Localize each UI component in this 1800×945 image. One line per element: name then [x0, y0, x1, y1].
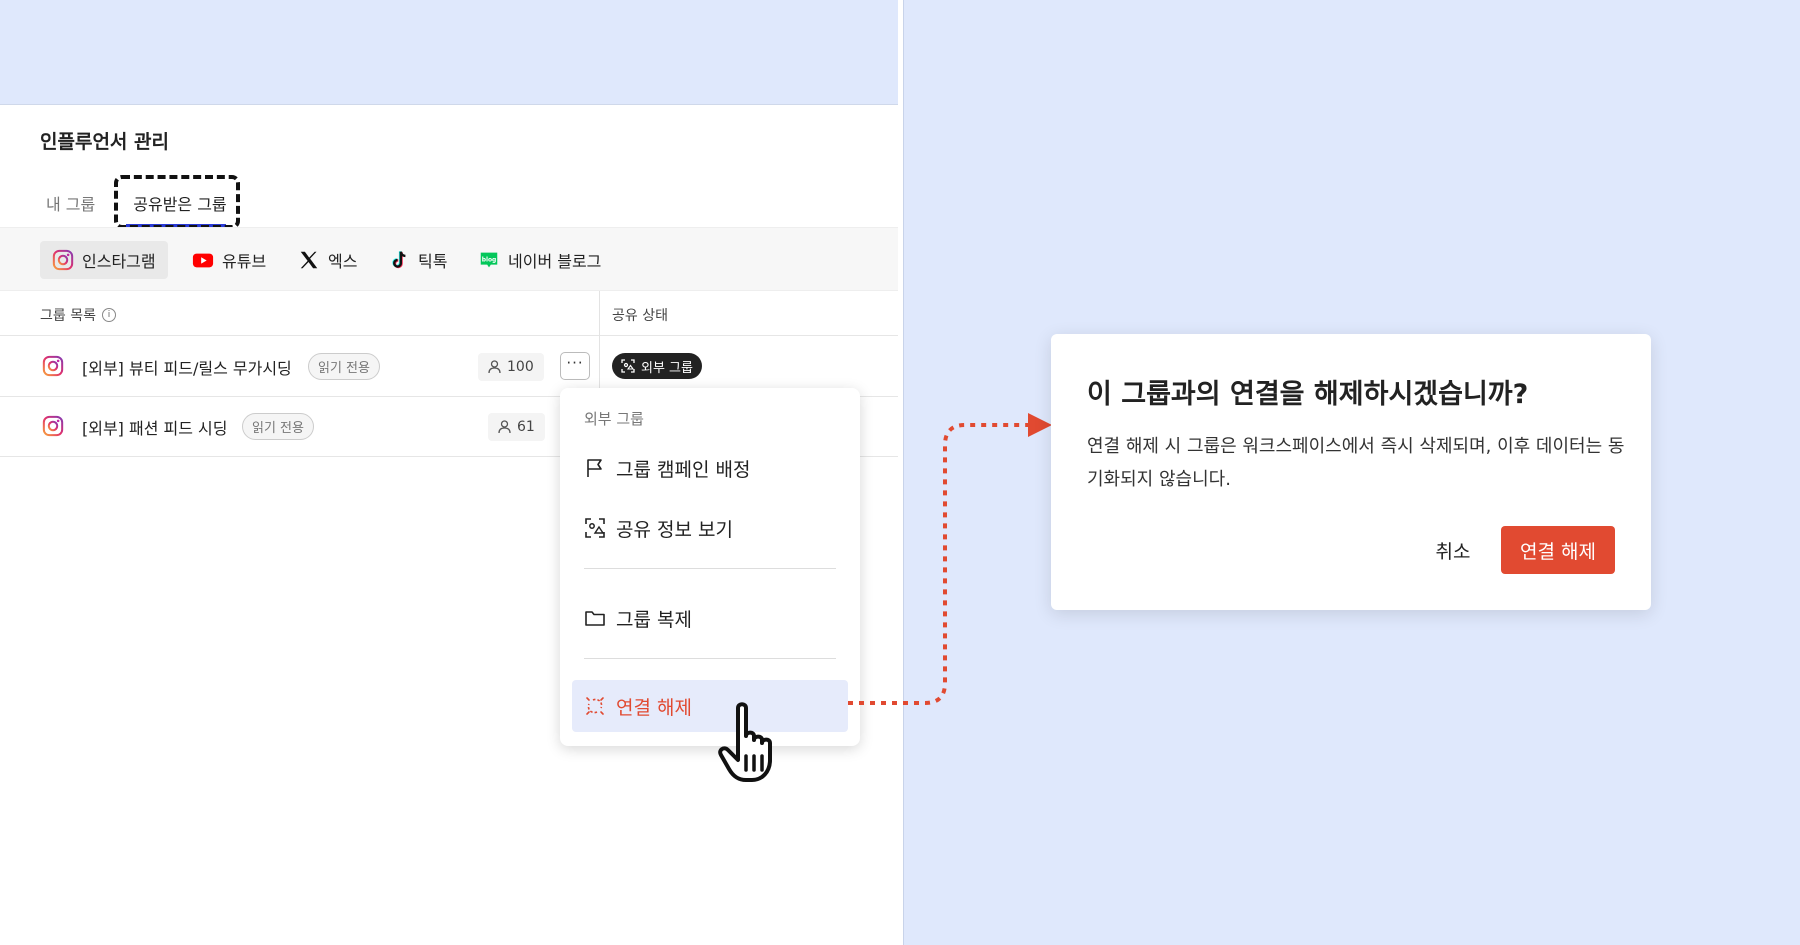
person-icon: [488, 360, 501, 374]
column-header-share-status: 공유 상태: [612, 308, 668, 324]
instagram-icon: [42, 355, 64, 377]
group-context-menu: 외부 그룹 그룹 캠페인 배정 공유 정보 보기 그룹 복제 연결 해제: [560, 388, 860, 746]
tab-my-groups[interactable]: 내 그룹: [40, 193, 101, 217]
group-name[interactable]: [외부] 뷰티 피드/릴스 무가시딩: [82, 355, 292, 379]
instagram-icon: [42, 415, 64, 437]
dialog-message: 연결 해제 시 그룹은 워크스페이스에서 즉시 삭제되며, 이후 데이터는 동기…: [1087, 436, 1625, 490]
member-count: 61: [488, 413, 545, 441]
menu-divider: [584, 658, 836, 659]
status-badge: 외부 그룹: [612, 353, 702, 379]
platform-label: 유튜브: [222, 252, 267, 271]
disconnect-confirm-dialog: 이 그룹과의 연결을 해제하시겠습니까? 연결 해제 시 그룹은 워크스페이스에…: [1051, 334, 1651, 610]
read-only-badge: 읽기 전용: [308, 353, 380, 380]
menu-header: 외부 그룹: [584, 410, 644, 428]
platform-x[interactable]: 엑스: [286, 241, 369, 279]
read-only-badge: 읽기 전용: [242, 413, 314, 440]
table-header: 그룹 목록 i 공유 상태: [0, 291, 898, 336]
platform-naver-blog[interactable]: blog 네이버 블로그: [466, 241, 613, 279]
share-info-icon: [585, 518, 605, 538]
unlink-icon: [586, 697, 604, 715]
hand-pointer-cursor-icon: [718, 702, 772, 782]
confirm-disconnect-button[interactable]: 연결 해제: [1501, 526, 1615, 574]
naver-blog-icon: blog: [480, 252, 498, 268]
menu-divider: [584, 568, 836, 569]
menu-item-duplicate-group[interactable]: 그룹 복제: [572, 592, 848, 644]
tiktok-icon: [392, 251, 406, 269]
platform-label: 인스타그램: [82, 252, 156, 271]
folder-icon: [585, 611, 605, 626]
platform-filter-bar: 인스타그램 유튜브 엑스 틱톡 blog 네이버 블로그: [0, 227, 898, 291]
platform-instagram[interactable]: 인스타그램: [40, 241, 168, 279]
flag-icon: [587, 459, 602, 477]
info-icon[interactable]: i: [101, 308, 116, 322]
svg-text:blog: blog: [482, 256, 497, 263]
platform-tiktok[interactable]: 틱톡: [376, 241, 459, 279]
cancel-button[interactable]: 취소: [1423, 526, 1483, 574]
youtube-icon: [192, 253, 214, 268]
menu-item-assign-campaign[interactable]: 그룹 캠페인 배정: [572, 442, 848, 494]
member-count: 100: [478, 353, 544, 381]
column-header-group-list: 그룹 목록 i: [40, 305, 116, 325]
instagram-icon: [52, 249, 74, 271]
page-title: 인플루언서 관리: [40, 131, 169, 153]
platform-label: 네이버 블로그: [508, 252, 602, 271]
share-info-icon: [621, 359, 635, 373]
tab-focus-highlight: [114, 175, 240, 229]
menu-item-view-share-info[interactable]: 공유 정보 보기: [572, 502, 848, 554]
person-icon: [498, 420, 511, 434]
x-icon: [300, 251, 318, 269]
dialog-title: 이 그룹과의 연결을 해제하시겠습니까?: [1087, 379, 1529, 410]
platform-label: 엑스: [328, 252, 358, 271]
platform-youtube[interactable]: 유튜브: [180, 241, 278, 279]
menu-item-disconnect[interactable]: 연결 해제: [572, 680, 848, 732]
group-name[interactable]: [외부] 패션 피드 시딩: [82, 415, 228, 439]
more-options-button[interactable]: ···: [560, 352, 590, 380]
platform-label: 틱톡: [418, 252, 448, 271]
